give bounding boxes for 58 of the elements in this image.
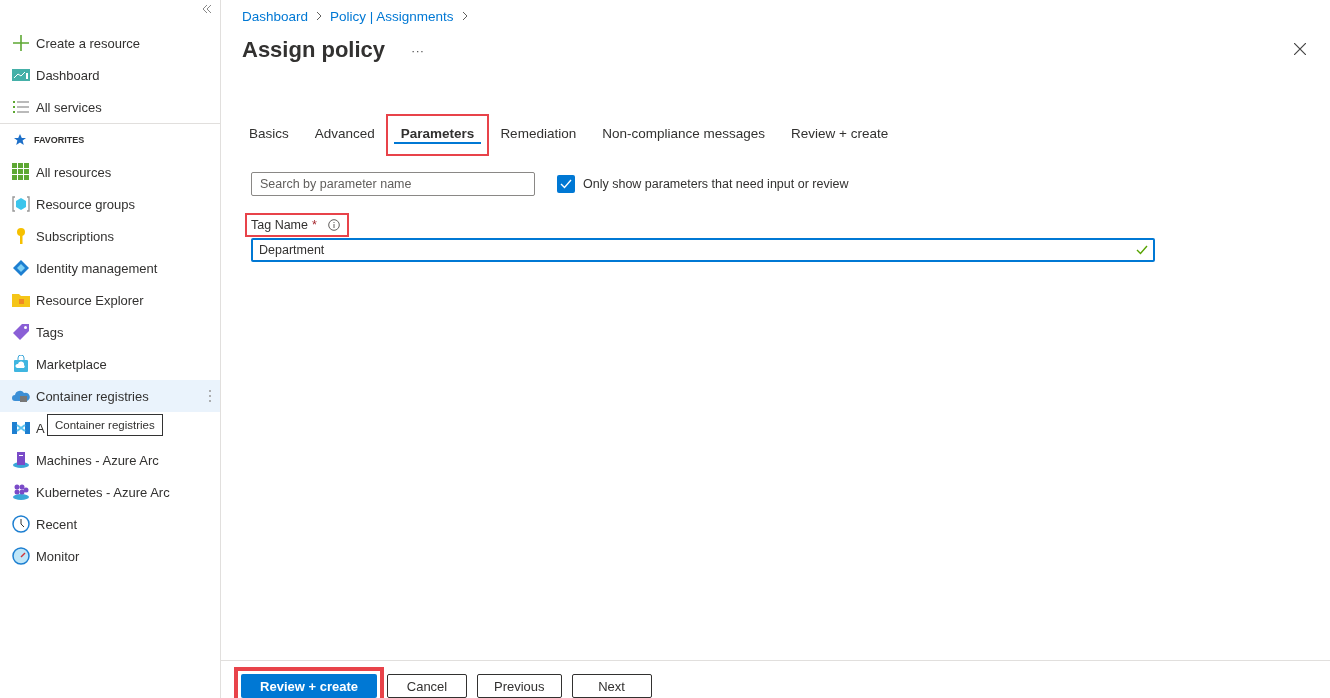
sidebar-item[interactable]: Resource Explorer	[0, 284, 146, 316]
sidebar-item[interactable]: Recent	[0, 508, 80, 540]
sidebar-item[interactable]: Container registries	[0, 380, 220, 412]
tab[interactable]: Basics	[236, 116, 302, 154]
star-icon	[14, 134, 26, 146]
bag-icon	[12, 355, 30, 373]
server-icon	[12, 451, 30, 469]
tab[interactable]: Advanced	[301, 116, 388, 154]
sidebar-item[interactable]: Monitor	[0, 540, 82, 572]
tooltip: Container registries	[47, 414, 163, 436]
tab[interactable]: Review + create	[778, 116, 902, 154]
chevron-icon	[316, 11, 323, 21]
tag-icon	[12, 323, 30, 341]
more-options[interactable]: ···	[411, 42, 425, 58]
input-field[interactable]: Department	[251, 238, 1155, 262]
list-icon	[12, 98, 30, 116]
close-icon[interactable]	[1294, 43, 1306, 55]
sidebar-item[interactable]: Marketplace	[0, 348, 109, 380]
required-mark: *	[312, 218, 317, 232]
sidebar-item[interactable]: Identity management	[0, 252, 160, 284]
footer-button[interactable]: Next	[571, 674, 652, 698]
section-header: FAVORITES	[34, 135, 85, 145]
gauge-icon	[12, 547, 30, 565]
info-icon[interactable]	[328, 219, 341, 231]
sidebar-item[interactable]: All services	[0, 91, 104, 123]
grid-icon	[12, 163, 30, 181]
footer-button[interactable]: Cancel	[387, 674, 467, 698]
arc-icon	[12, 419, 30, 437]
tab[interactable]: Non-compliance messages	[589, 116, 778, 154]
collapse-icon[interactable]	[202, 4, 212, 14]
sidebar-item[interactable]: Dashboard	[0, 59, 102, 91]
sidebar-item[interactable]: Resource groups	[0, 188, 137, 220]
sidebar-item[interactable]: Create a resource	[0, 27, 143, 59]
diamond-icon	[12, 259, 30, 277]
sidebar-item[interactable]: Subscriptions	[0, 220, 117, 252]
field-label-text: Tag Name	[251, 218, 308, 232]
cube-icon	[12, 195, 30, 213]
checkbox-label: Only show parameters that need input or review	[583, 177, 849, 191]
page-title: Assign policy	[242, 37, 386, 63]
review-create-button[interactable]: Review + create	[241, 674, 377, 698]
search-field[interactable]: Search by parameter name	[251, 172, 535, 196]
chevron-icon	[461, 11, 468, 21]
tab[interactable]: Remediation	[487, 116, 590, 154]
clock-icon	[12, 515, 30, 533]
sidebar-item[interactable]: Tags	[0, 316, 66, 348]
sidebar-item[interactable]: Kubernetes - Azure Arc	[0, 476, 172, 508]
dashboard-icon	[12, 66, 30, 84]
footer-button[interactable]: Previous	[477, 674, 562, 698]
breadcrumb-link[interactable]: Dashboard	[242, 8, 309, 24]
checkbox[interactable]	[557, 175, 575, 193]
sidebar-item[interactable]: A	[0, 412, 47, 444]
folder-icon	[12, 291, 30, 309]
tab[interactable]: Parameters	[387, 116, 488, 154]
sidebar-item[interactable]: Machines - Azure Arc	[0, 444, 161, 476]
plus-icon	[12, 34, 30, 52]
breadcrumb-link[interactable]: Policy | Assignments	[330, 8, 454, 24]
sidebar-item[interactable]: All resources	[0, 156, 114, 188]
cluster-icon	[12, 483, 30, 501]
